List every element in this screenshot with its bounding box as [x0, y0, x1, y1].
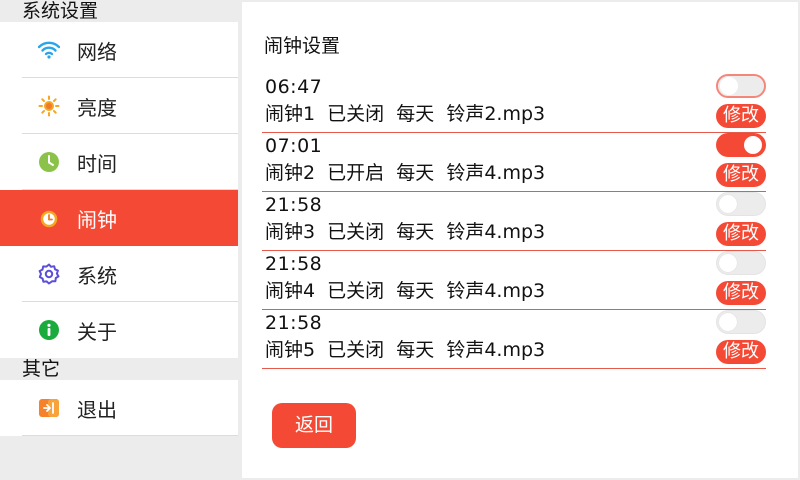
alarm-info: 闹钟4 已关闭 每天 铃声4.mp3	[265, 280, 546, 302]
sidebar-item-label: 系统	[77, 263, 117, 288]
edit-alarm-button[interactable]: 修改	[716, 163, 766, 187]
alarm-time: 21:58	[265, 312, 323, 334]
edit-alarm-button[interactable]: 修改	[716, 104, 766, 128]
sidebar-item-label: 关于	[77, 319, 117, 344]
exit-icon	[38, 397, 60, 419]
toggle-knob	[719, 254, 737, 272]
alarm-row-1: 06:47 闹钟1 已关闭 每天 铃声2.mp3 修改	[262, 74, 766, 133]
back-button[interactable]: 返回	[272, 403, 356, 448]
section-header-other: 其它	[0, 358, 238, 380]
info-icon	[38, 319, 60, 341]
section-header-system-settings: 系统设置	[0, 0, 238, 22]
alarm-info: 闹钟2 已开启 每天 铃声4.mp3	[265, 162, 546, 184]
other-group: 退出	[0, 380, 238, 436]
alarm-info: 闹钟3 已关闭 每天 铃声4.mp3	[265, 221, 546, 243]
alarm-toggle[interactable]	[716, 74, 766, 98]
alarm-toggle[interactable]	[716, 251, 766, 275]
brightness-icon	[38, 95, 60, 117]
edit-alarm-button[interactable]: 修改	[716, 281, 766, 305]
gear-icon	[38, 263, 60, 285]
toggle-knob	[719, 313, 737, 331]
sidebar-item-label: 退出	[77, 397, 117, 422]
alarm-info: 闹钟1 已关闭 每天 铃声2.mp3	[265, 103, 546, 125]
toggle-knob	[719, 195, 737, 213]
alarm-time: 21:58	[265, 253, 323, 275]
wifi-icon	[38, 39, 60, 61]
alarm-toggle[interactable]	[716, 133, 766, 157]
sidebar-item-exit[interactable]: 退出	[0, 380, 238, 436]
alarm-info: 闹钟5 已关闭 每天 铃声4.mp3	[265, 339, 546, 361]
sidebar-item-system[interactable]: 系统	[0, 246, 238, 302]
sidebar: 系统设置 网络 亮度 时间 闹钟 系统 关于 其它 退出	[0, 0, 238, 480]
alarm-row-3: 21:58 闹钟3 已关闭 每天 铃声4.mp3 修改	[262, 192, 766, 251]
alarm-time: 07:01	[265, 135, 323, 157]
sidebar-item-alarm[interactable]: 闹钟	[0, 190, 238, 246]
sidebar-item-label: 闹钟	[77, 207, 117, 232]
alarm-toggle[interactable]	[716, 310, 766, 334]
alarm-row-4: 21:58 闹钟4 已关闭 每天 铃声4.mp3 修改	[262, 251, 766, 310]
system-settings-group: 网络 亮度 时间 闹钟 系统 关于	[0, 22, 238, 358]
edit-alarm-button[interactable]: 修改	[716, 222, 766, 246]
alarm-row-2: 07:01 闹钟2 已开启 每天 铃声4.mp3 修改	[262, 133, 766, 192]
sidebar-item-about[interactable]: 关于	[0, 302, 238, 358]
sidebar-item-label: 亮度	[77, 95, 117, 120]
alarm-toggle[interactable]	[716, 192, 766, 216]
page-title: 闹钟设置	[264, 35, 341, 57]
divider	[22, 435, 238, 436]
alarm-time: 06:47	[265, 76, 323, 98]
alarm-row-5: 21:58 闹钟5 已关闭 每天 铃声4.mp3 修改	[262, 310, 766, 369]
edit-alarm-button[interactable]: 修改	[716, 340, 766, 364]
toggle-knob	[744, 136, 762, 154]
sidebar-item-brightness[interactable]: 亮度	[0, 78, 238, 134]
alarm-settings-panel: 闹钟设置 06:47 闹钟1 已关闭 每天 铃声2.mp3 修改 07:01 闹…	[242, 2, 798, 478]
alarm-clock-icon	[38, 207, 60, 229]
clock-icon	[38, 151, 60, 173]
sidebar-item-label: 时间	[77, 151, 117, 176]
toggle-knob	[720, 77, 738, 95]
sidebar-item-time[interactable]: 时间	[0, 134, 238, 190]
sidebar-item-label: 网络	[77, 39, 117, 64]
sidebar-item-network[interactable]: 网络	[0, 22, 238, 78]
alarm-time: 21:58	[265, 194, 323, 216]
